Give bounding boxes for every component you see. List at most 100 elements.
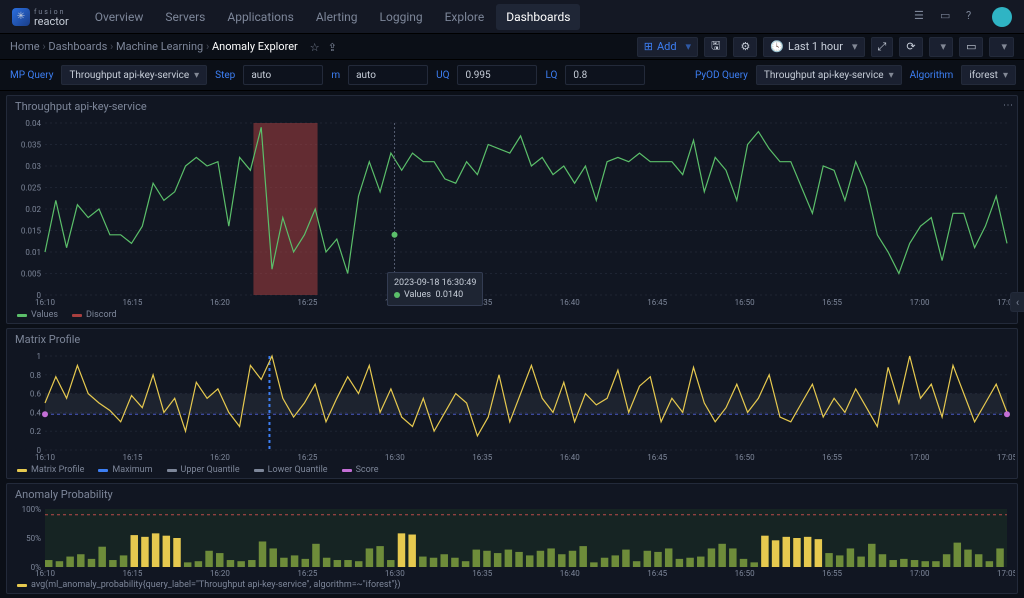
nav-alerting[interactable]: Alerting: [306, 4, 368, 30]
legend-item[interactable]: Lower Quantile: [254, 465, 328, 475]
svg-text:16:25: 16:25: [297, 298, 317, 307]
news-icon[interactable]: ☰: [914, 9, 930, 25]
pyod-label: PyOD Query: [693, 70, 750, 81]
nav-explore[interactable]: Explore: [435, 4, 495, 30]
svg-text:0.4: 0.4: [30, 408, 42, 417]
algo-label: Algorithm: [908, 70, 956, 81]
svg-text:16:55: 16:55: [822, 298, 842, 307]
algo-select[interactable]: iforest▾: [961, 65, 1016, 85]
svg-text:0.2: 0.2: [30, 427, 42, 436]
chart-matrix-profile[interactable]: 00.20.40.60.8116:1016:1516:2016:2516:301…: [7, 350, 1017, 462]
svg-text:16:40: 16:40: [560, 453, 580, 462]
svg-text:16:45: 16:45: [647, 453, 667, 462]
more-icon[interactable]: ▾: [989, 37, 1014, 57]
svg-text:16:55: 16:55: [822, 453, 842, 462]
legend-item[interactable]: Values: [17, 310, 58, 320]
lq-input[interactable]: 0.8: [565, 65, 645, 85]
legend-item[interactable]: Maximum: [98, 465, 152, 475]
svg-text:16:20: 16:20: [210, 453, 230, 462]
nav-dashboards[interactable]: Dashboards: [496, 4, 580, 30]
svg-text:16:10: 16:10: [35, 298, 55, 307]
legend-item[interactable]: Matrix Profile: [17, 465, 84, 475]
panel-legend: Matrix Profile Maximum Upper Quantile Lower…: [7, 462, 1017, 478]
top-nav: ✳ fusion reactor OverviewServersApplicat…: [0, 0, 1024, 34]
svg-text:50%: 50%: [26, 534, 41, 543]
zoom-out-icon[interactable]: ⤢: [871, 37, 894, 57]
refresh-icon[interactable]: ⟳: [899, 37, 922, 57]
panel-menu-icon[interactable]: ⋮: [1002, 100, 1013, 110]
svg-text:16:45: 16:45: [647, 298, 667, 307]
panel-legend: Values Discord: [7, 307, 1017, 323]
breadcrumb-machine-learning[interactable]: Machine Learning: [116, 40, 203, 53]
svg-text:0.8: 0.8: [30, 371, 42, 380]
svg-text:0.01: 0.01: [25, 248, 41, 257]
chart-anomaly-probability[interactable]: 0%50%100%16:1016:1516:2016:2516:3016:351…: [7, 505, 1017, 577]
svg-text:16:15: 16:15: [122, 453, 142, 462]
clock-icon: 🕓: [770, 40, 784, 53]
svg-text:16:40: 16:40: [560, 569, 580, 577]
user-avatar[interactable]: [992, 7, 1012, 27]
breadcrumb-bar: Home › Dashboards › Machine Learning › A…: [0, 34, 1024, 60]
breadcrumb-dashboards[interactable]: Dashboards: [48, 40, 107, 53]
star-icon[interactable]: ☆: [310, 41, 322, 53]
svg-text:17:05: 17:05: [997, 569, 1015, 577]
panel-legend: avg(ml_anomaly_probability{query_label="…: [7, 577, 1017, 593]
uq-input[interactable]: 0.995: [457, 65, 537, 85]
m-label: m: [329, 70, 342, 81]
lq-label: LQ: [543, 70, 559, 81]
breadcrumb-anomaly-explorer[interactable]: Anomaly Explorer: [212, 40, 298, 53]
panel-title: Anomaly Probability: [7, 484, 1017, 505]
svg-text:17:00: 17:00: [910, 453, 930, 462]
legend-item[interactable]: Upper Quantile: [167, 465, 240, 475]
svg-text:16:30: 16:30: [385, 298, 405, 307]
time-range-picker[interactable]: 🕓 Last 1 hour ▾: [763, 37, 864, 57]
step-label: Step: [213, 70, 237, 81]
svg-text:16:20: 16:20: [210, 298, 230, 307]
mp-query-select[interactable]: Throughput api-key-service▾: [61, 65, 207, 85]
pyod-select[interactable]: Throughput api-key-service▾: [756, 65, 902, 85]
svg-text:0.035: 0.035: [21, 141, 42, 150]
svg-text:16:50: 16:50: [735, 453, 755, 462]
panel-anomaly-probability: Anomaly Probability 0%50%100%16:1016:151…: [6, 483, 1018, 594]
svg-text:16:35: 16:35: [472, 298, 492, 307]
help-icon[interactable]: ?: [966, 9, 982, 25]
svg-text:1: 1: [37, 352, 42, 361]
mp-query-label: MP Query: [8, 70, 55, 81]
nav-servers[interactable]: Servers: [155, 4, 215, 30]
main-nav: OverviewServersApplicationsAlertingLoggi…: [85, 4, 581, 30]
panel-title: Throughput api-key-service: [7, 96, 1017, 117]
add-button[interactable]: ⊞ Add ▾: [637, 37, 698, 57]
legend-item[interactable]: Discord: [72, 310, 117, 320]
chart-throughput[interactable]: 00.0050.010.0150.020.0250.030.0350.0416:…: [7, 117, 1017, 307]
nav-applications[interactable]: Applications: [217, 4, 303, 30]
svg-text:17:00: 17:00: [910, 569, 930, 577]
save-icon[interactable]: 🖫: [704, 37, 727, 57]
svg-text:16:15: 16:15: [122, 298, 142, 307]
panel-matrix-profile: Matrix Profile 00.20.40.60.8116:1016:151…: [6, 328, 1018, 479]
share-icon[interactable]: ⇪: [328, 41, 340, 53]
svg-text:16:20: 16:20: [210, 569, 230, 577]
svg-text:100%: 100%: [22, 505, 41, 514]
side-expand-tab[interactable]: ‹: [1010, 292, 1024, 312]
svg-text:16:30: 16:30: [385, 569, 405, 577]
refresh-interval[interactable]: ▾: [929, 37, 954, 57]
svg-text:0.02: 0.02: [25, 205, 41, 214]
brand-icon: ✳: [12, 8, 30, 26]
brand: ✳ fusion reactor: [12, 7, 69, 27]
legend-item[interactable]: Score: [342, 465, 379, 475]
nav-logging[interactable]: Logging: [370, 4, 433, 30]
kiosk-icon[interactable]: ▭: [959, 37, 983, 57]
svg-text:16:10: 16:10: [35, 453, 55, 462]
svg-text:16:50: 16:50: [735, 569, 755, 577]
svg-text:16:25: 16:25: [297, 569, 317, 577]
svg-text:16:45: 16:45: [647, 569, 667, 577]
m-input[interactable]: auto: [348, 65, 428, 85]
settings-icon[interactable]: ⚙: [733, 37, 757, 57]
svg-text:17:05: 17:05: [997, 453, 1015, 462]
breadcrumb-home[interactable]: Home: [10, 40, 40, 53]
svg-text:0.005: 0.005: [21, 270, 42, 279]
nav-overview[interactable]: Overview: [85, 4, 154, 30]
step-input[interactable]: auto: [243, 65, 323, 85]
svg-text:0.03: 0.03: [25, 162, 41, 171]
monitor-icon[interactable]: ▭: [940, 9, 956, 25]
